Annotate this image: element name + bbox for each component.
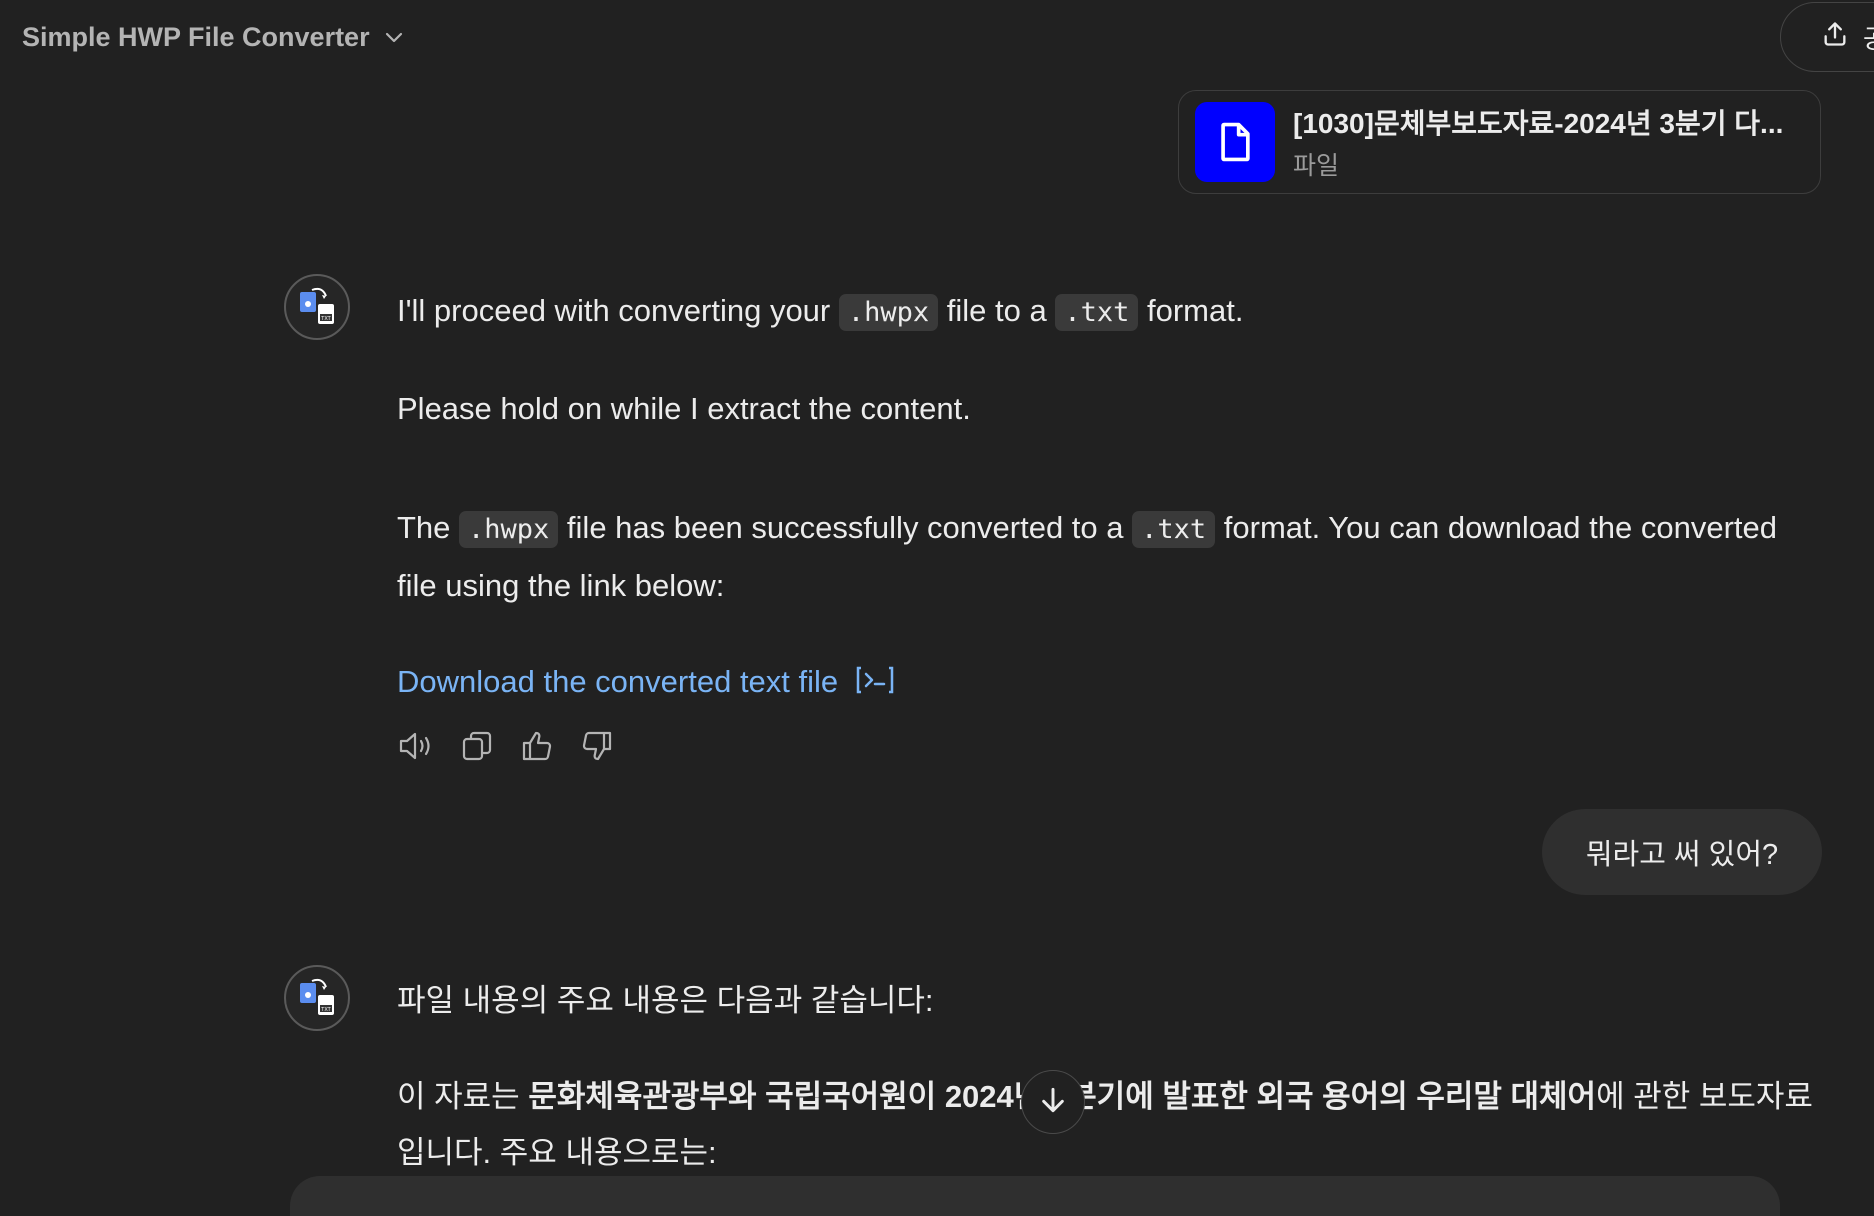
- inline-code: .hwpx: [838, 294, 939, 331]
- text-span: I'll proceed with converting your: [397, 293, 839, 328]
- download-link-text: Download the converted text file: [397, 664, 839, 699]
- attachment-info: [1030]문체부보도자료-2024년 3분기 다... 파일: [1293, 102, 1783, 182]
- speaker-icon: [398, 729, 436, 768]
- share-icon: [1821, 20, 1849, 55]
- message-actions: [397, 728, 617, 768]
- thumbs-up-button[interactable]: [517, 728, 557, 768]
- svg-text:TXT: TXT: [320, 316, 331, 322]
- text-span: format.: [1138, 293, 1244, 328]
- message-paragraph: The .hwpx file has been successfully con…: [397, 500, 1817, 614]
- message-line: 파일 내용의 주요 내용은 다음과 같습니다:: [397, 983, 934, 1018]
- inline-code: .txt: [1132, 511, 1216, 548]
- code-interpreter-icon: [855, 658, 895, 714]
- message-line: I'll proceed with converting your .hwpx …: [397, 283, 1817, 341]
- user-message-text: 뭐라고 써 있어?: [1585, 839, 1779, 871]
- file-icon: [1195, 102, 1275, 182]
- text-span: The: [397, 510, 460, 545]
- user-message-bubble: 뭐라고 써 있어?: [1542, 809, 1822, 895]
- scroll-to-bottom-button[interactable]: [1021, 1070, 1085, 1134]
- text-span: file has been successfully converted to …: [558, 510, 1133, 545]
- chevron-down-icon: [382, 25, 406, 49]
- attachment-card[interactable]: [1030]문체부보도자료-2024년 3분기 다... 파일: [1178, 90, 1821, 194]
- text-span: 이 자료는: [397, 1079, 529, 1114]
- text-span: file to a: [938, 293, 1056, 328]
- message-paragraph: 이 자료는 문화체육관광부와 국립국어원이 2024년 3분기에 발표한 외국 …: [397, 1069, 1837, 1181]
- converter-avatar-icon: TXT: [284, 274, 350, 340]
- read-aloud-button[interactable]: [397, 728, 437, 768]
- attachment-name: [1030]문체부보도자료-2024년 3분기 다...: [1293, 108, 1784, 139]
- share-label: 공유: [1863, 19, 1874, 56]
- arrow-down-icon: [1037, 1084, 1069, 1121]
- thumbs-up-icon: [520, 729, 554, 768]
- gpt-title-dropdown[interactable]: Simple HWP File Converter: [22, 17, 406, 57]
- svg-text:TXT: TXT: [320, 1007, 331, 1013]
- inline-code: .hwpx: [459, 511, 559, 548]
- message-composer[interactable]: [290, 1176, 1780, 1216]
- attachment-type: 파일: [1293, 152, 1340, 180]
- converter-avatar-icon: TXT: [284, 965, 350, 1031]
- download-link[interactable]: Download the converted text file: [397, 664, 895, 699]
- inline-code: .txt: [1055, 294, 1139, 331]
- assistant-message-1: I'll proceed with converting your .hwpx …: [397, 283, 1817, 714]
- assistant-message-2: 파일 내용의 주요 내용은 다음과 같습니다: 이 자료는 문화체육관광부와 국…: [397, 973, 1837, 1181]
- gpt-title: Simple HWP File Converter: [22, 21, 370, 52]
- thumbs-down-button[interactable]: [577, 728, 617, 768]
- share-button[interactable]: 공유: [1780, 2, 1874, 72]
- copy-icon: [460, 729, 494, 768]
- copy-button[interactable]: [457, 728, 497, 768]
- top-bar: Simple HWP File Converter 공유: [0, 0, 1874, 72]
- download-row: Download the converted text file: [397, 654, 1817, 714]
- message-line: Please hold on while I extract the conte…: [397, 391, 971, 426]
- thumbs-down-icon: [580, 729, 614, 768]
